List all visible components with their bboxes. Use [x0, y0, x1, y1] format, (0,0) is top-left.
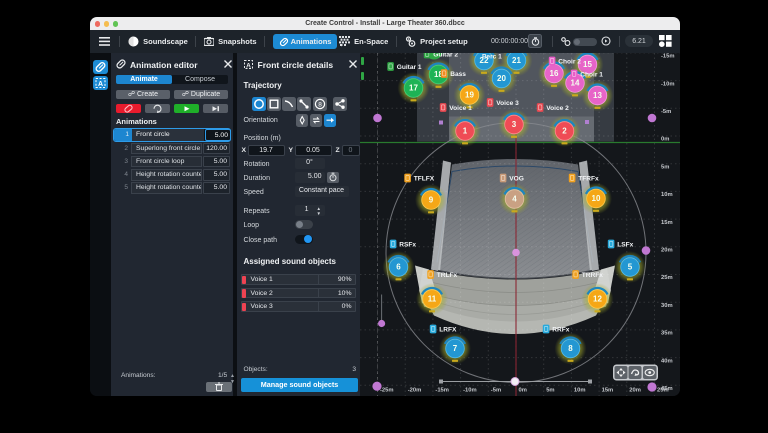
- svg-text:8: 8: [568, 344, 573, 353]
- svg-text:Choir 2: Choir 2: [558, 58, 581, 65]
- svg-text:8: 8: [318, 101, 322, 108]
- svg-text:15: 15: [583, 60, 592, 69]
- svg-text:20m: 20m: [661, 247, 673, 253]
- svg-text:25m: 25m: [661, 275, 673, 281]
- svg-text:3: 3: [512, 120, 517, 129]
- svg-text:40m: 40m: [661, 358, 673, 364]
- svg-text:LSFx: LSFx: [617, 241, 633, 248]
- svg-text:20: 20: [497, 74, 506, 83]
- svg-text:0m: 0m: [661, 136, 669, 142]
- svg-text:TFLFX: TFLFX: [414, 175, 435, 182]
- svg-text:4: 4: [512, 194, 517, 203]
- svg-text:LRFX: LRFX: [439, 326, 457, 333]
- svg-text:Guitar 2: Guitar 2: [433, 53, 458, 58]
- svg-text:10m: 10m: [574, 387, 586, 393]
- svg-text:Guitar 1: Guitar 1: [397, 63, 422, 70]
- svg-text:19: 19: [465, 90, 474, 99]
- svg-text:21: 21: [512, 56, 521, 65]
- svg-text:12: 12: [593, 294, 602, 303]
- svg-text:7: 7: [453, 344, 458, 353]
- svg-text:-5m: -5m: [491, 387, 501, 393]
- svg-text:14: 14: [571, 78, 580, 87]
- svg-text:TRLFx: TRLFx: [437, 271, 458, 278]
- svg-text:Voice 1: Voice 1: [449, 104, 472, 111]
- svg-text:11: 11: [428, 294, 437, 303]
- svg-text:RRFx: RRFx: [552, 326, 570, 333]
- svg-text:30m: 30m: [661, 302, 673, 308]
- svg-text:17: 17: [409, 83, 418, 92]
- svg-text:Perc 1: Perc 1: [482, 53, 502, 60]
- svg-text:5: 5: [628, 262, 633, 271]
- svg-text:10: 10: [592, 194, 601, 203]
- svg-text:20m: 20m: [629, 387, 641, 393]
- svg-text:6: 6: [396, 262, 401, 271]
- svg-text:RSFx: RSFx: [399, 241, 416, 248]
- svg-text:Bass: Bass: [450, 70, 466, 77]
- svg-text:-10m: -10m: [463, 387, 477, 393]
- svg-text:2: 2: [562, 126, 567, 135]
- svg-text:Voice 3: Voice 3: [496, 99, 519, 106]
- svg-text:15m: 15m: [661, 219, 673, 225]
- svg-text:0m: 0m: [519, 387, 527, 393]
- svg-text:TRRFx: TRRFx: [582, 271, 604, 278]
- svg-text:-15m: -15m: [435, 387, 449, 393]
- svg-text:-25m: -25m: [380, 387, 394, 393]
- svg-text:TFRFx: TFRFx: [578, 175, 599, 182]
- svg-text:35m: 35m: [661, 330, 673, 336]
- svg-text:A: A: [246, 62, 251, 69]
- svg-text:VOG: VOG: [509, 175, 524, 182]
- svg-text:13: 13: [593, 91, 602, 100]
- svg-text:45m: 45m: [661, 386, 673, 392]
- svg-text:5m: 5m: [661, 164, 669, 170]
- svg-text:Voice 2: Voice 2: [546, 104, 569, 111]
- svg-text:1: 1: [463, 126, 468, 135]
- svg-text:10m: 10m: [661, 192, 673, 198]
- svg-text:9: 9: [429, 195, 434, 204]
- svg-text:-15m: -15m: [661, 53, 675, 59]
- svg-text:A: A: [97, 81, 102, 88]
- svg-text:Choir 1: Choir 1: [580, 71, 603, 78]
- svg-text:5m: 5m: [546, 387, 554, 393]
- svg-text:-10m: -10m: [661, 81, 675, 87]
- svg-text:16: 16: [550, 69, 559, 78]
- svg-text:-5m: -5m: [661, 109, 671, 115]
- svg-text:-20m: -20m: [408, 387, 422, 393]
- svg-text:15m: 15m: [602, 387, 614, 393]
